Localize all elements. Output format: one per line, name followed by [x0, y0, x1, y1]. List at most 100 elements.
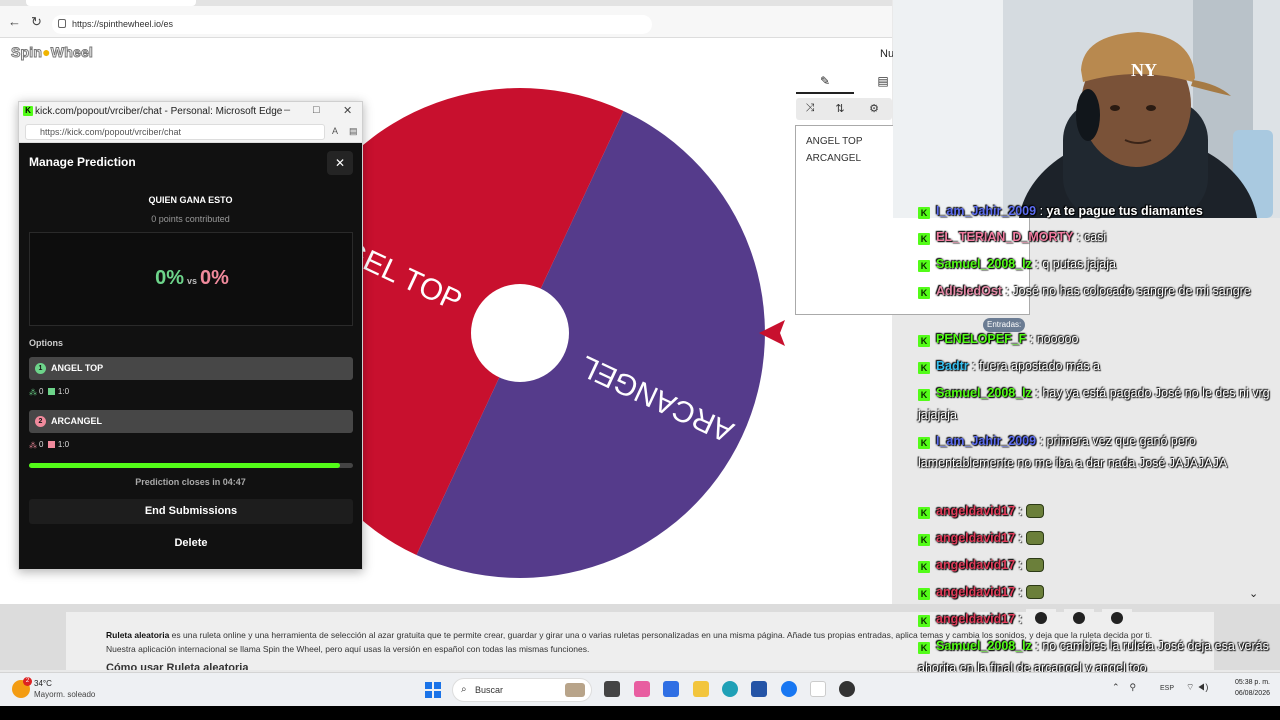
chat-username[interactable]: Samuel_2008_lz	[936, 639, 1032, 653]
file-explorer-icon[interactable]	[693, 681, 709, 697]
chat-username[interactable]: Samuel_2008_lz	[936, 257, 1032, 271]
kick-badge-icon: K	[918, 207, 930, 219]
chat-username[interactable]: angeldavid17	[936, 558, 1015, 572]
chevron-down-icon[interactable]: ⌄	[1249, 587, 1258, 600]
facebook-icon[interactable]	[781, 681, 797, 697]
chat-username[interactable]: angeldavid17	[936, 585, 1015, 599]
popout-url[interactable]: https://kick.com/popout/vrciber/chat	[25, 124, 325, 140]
obs-icon[interactable]	[839, 681, 855, 697]
maximize-icon[interactable]: □	[313, 104, 320, 116]
taskbar-search[interactable]: ⌕ Buscar	[452, 678, 592, 702]
chat-username[interactable]: I_am_Jahir_2009	[936, 204, 1036, 218]
chat-text: casi	[1083, 230, 1107, 244]
ratio-icon	[47, 388, 55, 395]
chat-username[interactable]: angeldavid17	[936, 504, 1015, 518]
windows-start-icon[interactable]	[425, 682, 441, 698]
clock-date[interactable]: 06/08/2026	[1222, 690, 1270, 697]
read-aloud-icon[interactable]: A	[332, 126, 338, 136]
chat-message: K AdIsledOst : José no has colocado sangr…	[918, 280, 1280, 302]
tab-results[interactable]: ▤	[874, 72, 892, 94]
emote-icon	[1025, 558, 1044, 572]
popout-urlbar: https://kick.com/popout/vrciber/chat A ▤	[19, 121, 362, 143]
chat-username[interactable]: angeldavid17	[936, 612, 1015, 626]
pencil-icon: ✎	[819, 74, 831, 88]
copilot-icon[interactable]	[634, 681, 650, 697]
delete-button[interactable]: Delete	[29, 531, 353, 556]
kick-badge-icon: K	[918, 615, 930, 627]
chat-text: fuera apostado más a	[979, 359, 1100, 373]
chat-message: K PENELOPEF_F : nooooo	[918, 328, 1280, 350]
chat-message: K Badtr : fuera apostado más a	[918, 355, 1280, 377]
chat-username[interactable]: angeldavid17	[936, 531, 1015, 545]
emote-icon	[1025, 585, 1044, 599]
task-view-icon[interactable]	[604, 681, 620, 697]
close-window-icon[interactable]: ✕	[343, 104, 352, 117]
edge-icon[interactable]	[722, 681, 738, 697]
emote-icon	[1101, 609, 1132, 627]
back-icon[interactable]: ←	[8, 14, 21, 29]
network-volume-icons[interactable]: ⌔ ◀)	[1186, 682, 1208, 693]
prediction-header: Manage Prediction	[29, 155, 136, 169]
option-label: ANGEL TOP	[51, 363, 104, 373]
weather-desc[interactable]: Mayorm. soleado	[34, 690, 95, 699]
entries-tabs: ✎ ▤	[796, 72, 892, 94]
netflix-icon[interactable]	[810, 681, 826, 697]
option-row[interactable]: 1 ANGEL TOP	[29, 357, 353, 380]
minimize-icon[interactable]: –	[284, 104, 290, 116]
weather-badge: 2	[23, 677, 32, 686]
prediction-closes-text: Prediction closes in 04:47	[135, 477, 246, 487]
browser-tab[interactable]	[26, 0, 196, 6]
prediction-percent-box: 0% vs 0%	[29, 232, 353, 326]
chat-username[interactable]: AdIsledOst	[936, 284, 1002, 298]
chat-text: nooooo	[1036, 332, 1079, 346]
prediction-points: 0 points contributed	[151, 214, 230, 224]
entries-toolbar: ⤨ ⇅ ⚙	[796, 98, 892, 120]
settings-icon[interactable]: ⚙	[860, 98, 888, 120]
tray-chevron-icon[interactable]: ⌃ ⚲	[1112, 682, 1136, 693]
emote-icon	[1063, 609, 1094, 627]
address-bar[interactable]: https://spinthewheel.io/es	[52, 15, 652, 34]
chat-username[interactable]: I_am_Jahir_2009	[936, 434, 1036, 448]
outlook-icon[interactable]	[663, 681, 679, 697]
option-number: 2	[35, 416, 46, 427]
close-icon[interactable]: ✕	[327, 151, 353, 175]
search-placeholder: Buscar	[475, 685, 504, 695]
chat-username[interactable]: Badtr	[936, 359, 969, 373]
chat-text: q putas jajaja	[1042, 257, 1116, 271]
language-indicator[interactable]: ESP	[1160, 685, 1174, 692]
address-text: https://spinthewheel.io/es	[72, 19, 174, 29]
clock-time[interactable]: 05:38 p. m.	[1222, 679, 1270, 686]
chat-username[interactable]: EL_TERIAN_D_MORTY	[936, 230, 1074, 244]
time-progress-fill	[29, 463, 341, 468]
users-icon: ⁂	[29, 388, 37, 397]
end-submissions-button[interactable]: End Submissions	[29, 499, 353, 524]
sort-icon[interactable]: ⇅	[826, 98, 854, 120]
prediction-question: QUIEN GANA ESTO	[148, 195, 233, 205]
chat-message: Kangeldavid17 :	[918, 527, 1280, 549]
tab-entries[interactable]: ✎	[796, 72, 854, 94]
reader-icon[interactable]: ▤	[349, 126, 358, 137]
chat-message: K I_am_Jahir_2009 : primera vez que ganó …	[918, 434, 1228, 470]
search-icon: ⌕	[461, 684, 467, 695]
chat-overlay: K I_am_Jahir_2009 : ya te pague tus diama…	[918, 200, 1280, 680]
chat-username[interactable]: PENELOPEF_F	[936, 332, 1026, 346]
percent-option-a: 0%	[155, 267, 184, 289]
weather-temp[interactable]: 34°C	[34, 679, 52, 688]
kick-badge-icon: K	[918, 287, 930, 299]
browser-toolbar: ← ↻ https://spinthewheel.io/es	[0, 0, 892, 38]
wheel-center[interactable]	[471, 284, 569, 382]
option-label: ARCANGEL	[51, 416, 102, 426]
shuffle-icon[interactable]: ⤨	[796, 98, 824, 120]
kick-badge-icon: K	[918, 233, 930, 245]
option-stats: ⁂ 0 1:0	[29, 440, 70, 450]
lock-icon	[58, 19, 66, 28]
emote-icon	[1025, 504, 1044, 518]
reload-icon[interactable]: ↻	[31, 14, 42, 30]
kick-badge-icon: K	[918, 534, 930, 546]
manage-prediction-panel: Manage Prediction ✕ QUIEN GANA ESTO 0 po…	[19, 143, 362, 569]
option-stats: ⁂ 0 1:0	[29, 387, 70, 397]
option-row[interactable]: 2 ARCANGEL	[29, 410, 353, 433]
chat-username[interactable]: Samuel_2008_lz	[936, 386, 1032, 400]
store-icon[interactable]	[751, 681, 767, 697]
chat-message: Kangeldavid17 :	[918, 581, 1280, 603]
